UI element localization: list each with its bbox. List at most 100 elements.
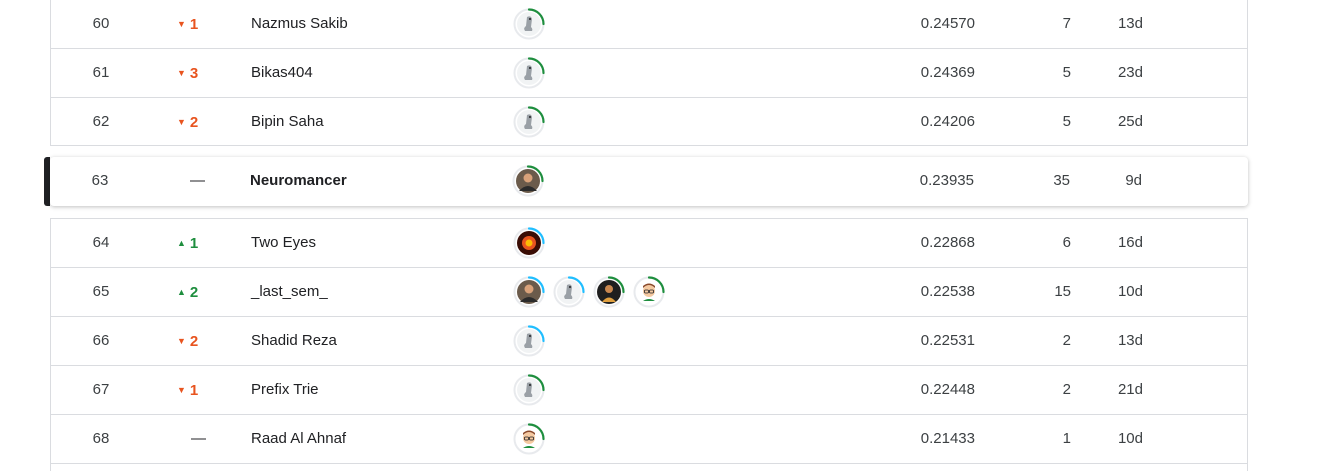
last-submission: 13d <box>1117 332 1143 349</box>
team-name[interactable]: Two Eyes <box>251 219 491 267</box>
last-submission: 10d <box>1117 283 1143 300</box>
score: 0.22538 <box>920 283 975 300</box>
last-submission: 9d <box>1125 172 1142 189</box>
arrow-up-icon: ▲ <box>177 287 186 297</box>
entries-count: 5 <box>1062 113 1071 130</box>
entries-count: 1 <box>1062 430 1071 447</box>
rank-change-value: 1 <box>189 16 199 33</box>
last-submission: 13d <box>1117 15 1143 32</box>
leaderboard-row[interactable]: 64 ▲ 1 Two Eyes 0.22868 6 16d <box>51 219 1247 268</box>
team-members <box>513 415 553 463</box>
rank-change: ▲ 2 <box>177 268 237 316</box>
leaderboard-row[interactable]: 60 ▼ 1 Nazmus Sakib 0.24570 7 13d <box>51 0 1247 49</box>
score: 0.24369 <box>920 64 975 81</box>
team-members <box>513 49 553 97</box>
rank-change: ▼ 1 <box>177 0 237 48</box>
score: 0.22868 <box>920 234 975 251</box>
rank-change-value: 2 <box>189 114 199 131</box>
leaderboard: 60 ▼ 1 Nazmus Sakib 0.24570 7 13d 61 ▼ 3 Bikas404 0… <box>0 0 1320 471</box>
team-name[interactable]: Bikas404 <box>251 49 491 97</box>
team-members <box>513 268 673 316</box>
score: 0.22531 <box>920 332 975 349</box>
team-name[interactable]: _last_sem_ <box>251 268 491 316</box>
cartoon-avatar-icon[interactable] <box>633 276 665 308</box>
rank: 64 <box>92 234 110 251</box>
team-name[interactable]: Nazmus Sakib <box>251 0 491 48</box>
rank: 67 <box>92 381 110 398</box>
last-submission: 25d <box>1117 113 1143 130</box>
score: 0.24570 <box>920 15 975 32</box>
rank-change-value: 2 <box>189 333 199 350</box>
entries-count: 2 <box>1062 381 1071 398</box>
last-submission: 21d <box>1117 381 1143 398</box>
arrow-down-icon: ▼ <box>177 336 186 346</box>
rank-change-value: 1 <box>189 382 199 399</box>
rank-change: ▼ 2 <box>177 98 237 146</box>
team-members <box>513 0 553 48</box>
score: 0.21433 <box>920 430 975 447</box>
arrow-up-icon: ▲ <box>177 238 186 248</box>
cartoon-avatar-icon[interactable] <box>513 423 545 455</box>
dark-photo-avatar-icon[interactable] <box>593 276 625 308</box>
arrow-down-icon: ▼ <box>177 19 186 29</box>
goose-avatar-icon[interactable] <box>513 8 545 40</box>
goose-avatar-icon[interactable] <box>513 106 545 138</box>
fire-avatar-icon[interactable] <box>513 227 545 259</box>
score: 0.23935 <box>919 172 974 189</box>
team-name[interactable]: Shadid Reza <box>251 317 491 365</box>
team-name[interactable]: Neuromancer <box>250 157 490 205</box>
team-members <box>513 317 553 365</box>
leaderboard-group-bottom: 64 ▲ 1 Two Eyes 0.22868 6 16d 65 ▲ 2 _last_sem_ 0.2… <box>50 218 1248 471</box>
rank-change: ▼ 1 <box>177 366 237 414</box>
team-members <box>512 157 552 205</box>
goose-avatar-icon[interactable] <box>513 325 545 357</box>
rank: 62 <box>92 113 110 130</box>
entries-count: 7 <box>1062 15 1071 32</box>
leaderboard-row[interactable]: 62 ▼ 2 Bipin Saha 0.24206 5 25d <box>51 98 1247 147</box>
goose-avatar-icon[interactable] <box>553 276 585 308</box>
rank: 68 <box>92 430 110 447</box>
arrow-down-icon: ▼ <box>177 68 186 78</box>
team-name[interactable]: Raad Al Ahnaf <box>251 415 491 463</box>
arrow-down-icon: ▼ <box>177 117 186 127</box>
leaderboard-row[interactable]: 66 ▼ 2 Shadid Reza 0.22531 2 13d <box>51 317 1247 366</box>
entries-count: 35 <box>1053 172 1070 189</box>
score: 0.24206 <box>920 113 975 130</box>
leaderboard-row-current-user[interactable]: 63 — Neuromancer 0.23935 35 9d <box>50 157 1248 206</box>
rank-change-value: 3 <box>189 65 199 82</box>
rank-change-none: — <box>190 172 205 189</box>
rank-change-value: 2 <box>189 284 199 301</box>
rank-change-none: — <box>191 430 206 447</box>
rank-change-value: 1 <box>189 235 199 252</box>
photo-avatar-icon[interactable] <box>513 276 545 308</box>
last-submission: 10d <box>1117 430 1143 447</box>
team-name[interactable]: Bipin Saha <box>251 98 491 146</box>
arrow-down-icon: ▼ <box>177 385 186 395</box>
leaderboard-row[interactable]: 65 ▲ 2 _last_sem_ 0.22538 15 10d <box>51 268 1247 317</box>
rank-change: ▲ 1 <box>177 219 237 267</box>
goose-avatar-icon[interactable] <box>513 374 545 406</box>
entries-count: 5 <box>1062 64 1071 81</box>
leaderboard-row[interactable]: 67 ▼ 1 Prefix Trie 0.22448 2 21d <box>51 366 1247 415</box>
team-members <box>513 98 553 146</box>
rank: 63 <box>91 172 109 189</box>
team-members <box>513 366 553 414</box>
rank: 65 <box>92 283 110 300</box>
last-submission: 23d <box>1117 64 1143 81</box>
entries-count: 6 <box>1062 234 1071 251</box>
leaderboard-row[interactable]: 68 — Raad Al Ahnaf 0.21433 1 10d <box>51 415 1247 464</box>
last-submission: 16d <box>1117 234 1143 251</box>
leaderboard-group-top: 60 ▼ 1 Nazmus Sakib 0.24570 7 13d 61 ▼ 3 Bikas404 0… <box>50 0 1248 146</box>
score: 0.22448 <box>920 381 975 398</box>
team-name[interactable]: Prefix Trie <box>251 366 491 414</box>
goose-avatar-icon[interactable] <box>513 57 545 89</box>
rank-change: ▼ 2 <box>177 317 237 365</box>
photo-avatar-icon[interactable] <box>512 165 544 197</box>
entries-count: 15 <box>1054 283 1071 300</box>
rank: 60 <box>92 15 110 32</box>
entries-count: 2 <box>1062 332 1071 349</box>
rank-change: ▼ 3 <box>177 49 237 97</box>
rank: 66 <box>92 332 110 349</box>
team-members <box>513 219 553 267</box>
leaderboard-row[interactable]: 61 ▼ 3 Bikas404 0.24369 5 23d <box>51 49 1247 98</box>
